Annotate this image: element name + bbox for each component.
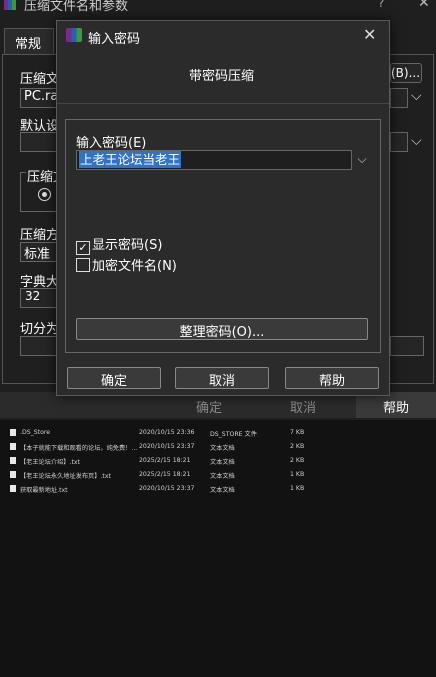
ok-button[interactable]: 确定 — [67, 367, 161, 389]
split-volumes-input[interactable] — [20, 336, 60, 356]
file-type: 文本文档 — [210, 445, 235, 452]
chevron-down-icon[interactable]: ⌵ — [354, 150, 370, 170]
show-password-label: 显示密码(S) — [92, 238, 163, 253]
chevron-down-icon[interactable]: ⌵ — [411, 88, 422, 104]
file-row[interactable]: 【本子就能下载和观看的论坛，纯免费！... 2020/10/15 23:37 文… — [0, 440, 436, 454]
file-date: 2020/10/15 23:36 — [139, 429, 195, 436]
file-size: 2 KB — [290, 443, 305, 450]
file-row[interactable]: 【老王论坛永久地址发布页】.txt 2025/2/15 18:21 文本文档 1… — [0, 468, 436, 482]
title-bar: 压缩文件名和参数 ? ✕ — [0, 0, 436, 14]
enter-password-dialog: 输入密码 ✕ 带密码压缩 输入密码(E) 上老王论坛当老王 ⌵ ✓ 显示密码(S)… — [56, 20, 390, 396]
file-icon — [10, 471, 16, 478]
file-name: 【本子就能下载和观看的论坛，纯免费！... — [20, 445, 138, 452]
encrypt-filenames-label: 加密文件名(N) — [92, 259, 177, 274]
password-input[interactable]: 上老王论坛当老王 — [76, 150, 352, 170]
dialog-header: 带密码压缩 — [189, 69, 255, 84]
winrar-icon — [4, 0, 16, 10]
file-size: 1 KB — [290, 471, 305, 478]
file-name: 获取最新地址.txt — [20, 487, 68, 494]
compression-method-label: 压缩方 — [20, 228, 60, 243]
file-row[interactable]: 【老王论坛介绍】.txt 2025/2/15 18:21 文本文档 2 KB — [0, 454, 436, 468]
dialog-title: 输入密码 — [88, 32, 141, 47]
file-row[interactable]: 获取最新地址.txt 2020/10/15 23:37 文本文档 1 KB — [0, 482, 436, 496]
file-name: .DS_Store — [20, 429, 51, 436]
file-row[interactable]: .DS_Store 2020/10/15 23:36 DS_STORE 文件 7… — [0, 426, 436, 440]
file-date: 2020/10/15 23:37 — [139, 485, 195, 492]
file-size: 7 KB — [290, 429, 305, 436]
file-name: 【老王论坛永久地址发布页】.txt — [20, 473, 111, 480]
dialog-title-bar: 输入密码 ✕ — [57, 21, 389, 49]
file-date: 2020/10/15 23:37 — [139, 443, 195, 450]
file-type: 文本文档 — [210, 487, 235, 494]
close-icon[interactable]: ✕ — [418, 0, 430, 11]
cancel-button[interactable]: 取消 — [175, 367, 269, 389]
rar-radio[interactable] — [38, 188, 51, 201]
archive-name-input-end[interactable] — [390, 88, 408, 108]
split-volumes-label: 切分为 — [20, 322, 60, 337]
file-date: 2025/2/15 18:21 — [139, 471, 191, 478]
file-list: .DS_Store 2020/10/15 23:36 DS_STORE 文件 7… — [0, 420, 436, 677]
browse-button[interactable]: (B)... — [390, 63, 422, 83]
split-volumes-unit-select[interactable] — [390, 336, 424, 356]
chevron-down-icon[interactable]: ⌵ — [411, 133, 422, 149]
file-type: 文本文档 — [210, 459, 235, 466]
file-icon — [10, 443, 16, 450]
file-size: 1 KB — [290, 485, 305, 492]
winrar-icon — [66, 28, 82, 42]
password-group: 输入密码(E) 上老王论坛当老王 ⌵ ✓ 显示密码(S) 加密文件名(N) 整理密… — [65, 119, 381, 353]
file-type: 文本文档 — [210, 473, 235, 480]
password-value: 上老王论坛当老王 — [79, 151, 182, 168]
file-date: 2025/2/15 18:21 — [139, 457, 191, 464]
password-label: 输入密码(E) — [76, 136, 147, 151]
tab-general[interactable]: 常规 — [4, 28, 54, 54]
profile-button[interactable] — [20, 132, 60, 152]
divider — [57, 103, 389, 104]
help-button[interactable]: 帮助 — [285, 367, 379, 389]
show-password-checkbox[interactable]: ✓ 显示密码(S) — [76, 234, 162, 255]
radio-dot-icon — [42, 192, 47, 197]
archive-name-input[interactable]: PC.rar — [20, 88, 64, 108]
file-type: DS_STORE 文件 — [210, 431, 257, 438]
encrypt-filenames-checkbox[interactable]: 加密文件名(N) — [76, 255, 177, 274]
window-title: 压缩文件名和参数 — [24, 0, 129, 14]
file-icon — [10, 429, 16, 436]
compression-method-select[interactable]: 标准 — [20, 242, 60, 262]
checkbox-checked-icon: ✓ — [76, 241, 90, 255]
file-icon — [10, 457, 16, 464]
file-size: 2 KB — [290, 457, 305, 464]
archive-name-label: 压缩文 — [20, 72, 60, 87]
organize-passwords-button[interactable]: 整理密码(O)... — [76, 318, 368, 340]
close-icon[interactable]: ✕ — [363, 25, 376, 44]
dictionary-size-select[interactable]: 32 — [20, 288, 60, 308]
checkbox-unchecked-icon — [76, 258, 90, 272]
help-icon[interactable]: ? — [378, 0, 384, 10]
file-name: 【老王论坛介绍】.txt — [20, 459, 80, 466]
update-mode-select[interactable] — [390, 132, 408, 152]
file-icon — [10, 485, 16, 492]
